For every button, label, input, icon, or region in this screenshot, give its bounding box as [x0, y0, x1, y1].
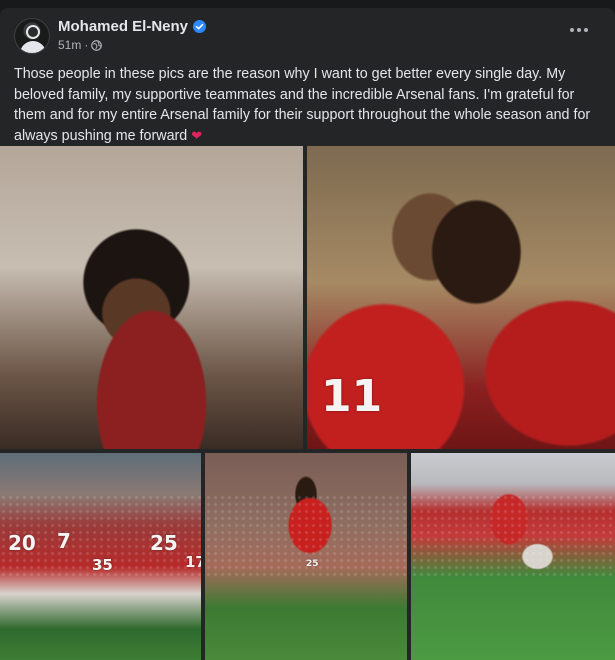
photo-team-lap[interactable]: 20 7 35 25 17 [0, 453, 201, 660]
post-card: Mohamed El-Neny 51m · Those people in th… [0, 8, 615, 660]
more-options-button[interactable] [567, 20, 591, 40]
post-header: Mohamed El-Neny 51m · [14, 18, 601, 58]
avatar[interactable] [14, 18, 50, 54]
photo-gallery: 11 20 7 35 25 17 25 [0, 146, 615, 660]
shirt-number: 25 [150, 531, 178, 555]
shirt-number: 11 [321, 371, 383, 422]
shirt-number: 20 [8, 531, 36, 555]
shirt-number: 35 [92, 556, 113, 574]
author-name[interactable]: Mohamed El-Neny [58, 18, 188, 35]
photo-player-with-ball[interactable]: 25 [205, 453, 407, 660]
globe-icon [91, 39, 103, 51]
shirt-number: 25 [306, 559, 319, 569]
timestamp[interactable]: 51m [58, 38, 81, 52]
verified-badge-icon [193, 20, 207, 33]
author-row: Mohamed El-Neny [58, 18, 207, 35]
shirt-number: 7 [57, 529, 71, 553]
post-text: Those people in these pics are the reaso… [14, 64, 604, 146]
shirt-number: 17 [185, 553, 201, 571]
post-body: Those people in these pics are the reaso… [14, 66, 591, 144]
post-meta: 51m · [58, 38, 103, 52]
photo-applauding-player[interactable] [0, 146, 303, 449]
heart-emoji-icon: ❤ [191, 127, 203, 143]
photo-team-hug[interactable]: 11 [307, 146, 615, 449]
photo-family-on-pitch[interactable] [411, 453, 615, 660]
